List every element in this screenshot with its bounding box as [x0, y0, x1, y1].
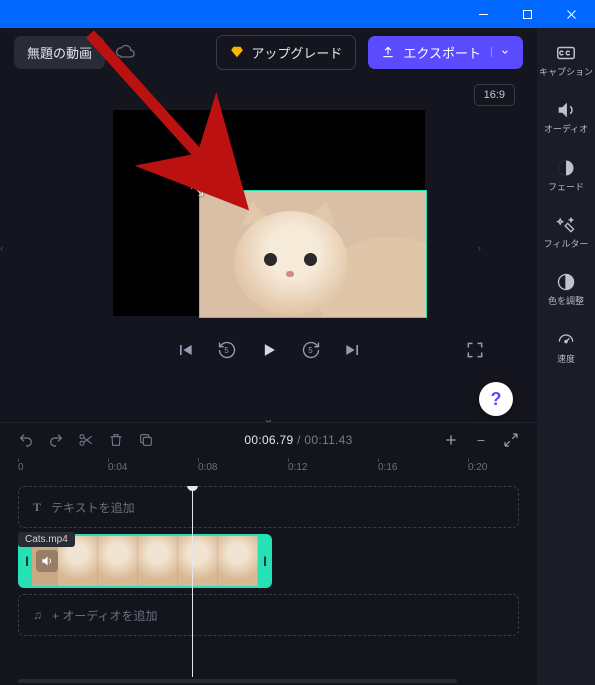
transport-controls: 5 5	[113, 330, 425, 370]
upload-icon	[381, 45, 395, 59]
rail-label: フィルター	[544, 239, 589, 249]
fade-icon	[555, 157, 577, 179]
help-button[interactable]: ?	[479, 382, 513, 416]
main-column: 無題の動画 アップグレード エクスポート	[0, 28, 537, 685]
magic-wand-icon	[555, 214, 577, 236]
text-track-label: テキストを追加	[51, 499, 135, 516]
zoom-fit-button[interactable]	[503, 432, 519, 448]
ruler-tick: 0:08	[198, 462, 217, 473]
window-titlebar	[0, 0, 595, 28]
timeline-panel: 00:06.79 / 00:11.43 − 0 0:04 0:08 0:12 0…	[0, 422, 537, 685]
right-side-rail: キャプション オーディオ フェード フィルター 色を調整 速度	[537, 28, 595, 685]
split-button[interactable]	[78, 432, 94, 448]
zoom-out-button[interactable]: −	[473, 432, 489, 448]
rail-filter[interactable]: フィルター	[537, 210, 595, 253]
play-button[interactable]	[259, 340, 279, 360]
speaker-icon	[555, 99, 577, 121]
rail-label: フェード	[548, 182, 584, 192]
undo-button[interactable]	[18, 432, 34, 448]
ruler-tick: 0	[18, 462, 24, 473]
audio-track-label: + オーディオを追加	[52, 607, 158, 624]
timeline-tracks: T テキストを追加 Cats.mp4 || ||	[18, 486, 519, 677]
timeline-toolbar: 00:06.79 / 00:11.43 −	[0, 423, 537, 457]
rail-label: オーディオ	[544, 124, 588, 134]
music-note-icon: ♫	[33, 608, 42, 622]
rail-color[interactable]: 色を調整	[537, 267, 595, 310]
selected-clip-overlay[interactable]	[199, 190, 427, 318]
cloud-sync-icon[interactable]	[115, 42, 135, 62]
top-toolbar: 無題の動画 アップグレード エクスポート	[0, 28, 537, 76]
forward-5-button[interactable]: 5	[301, 340, 321, 360]
speedometer-icon	[555, 329, 577, 351]
window-close-button[interactable]	[549, 0, 593, 28]
window-maximize-button[interactable]	[505, 0, 549, 28]
right-panel-expand-handle[interactable]: ›	[467, 76, 481, 422]
window-minimize-button[interactable]	[461, 0, 505, 28]
app-root: 無題の動画 アップグレード エクスポート	[0, 0, 595, 685]
resize-cursor-icon: ⤡	[191, 182, 204, 200]
clip-thumbnails	[58, 536, 258, 586]
fullscreen-button[interactable]	[465, 340, 485, 360]
ruler-tick: 0:04	[108, 462, 127, 473]
preview-area: 16:9 ‹ › ⤡ 5	[0, 76, 537, 422]
rewind-5-button[interactable]: 5	[217, 340, 237, 360]
upgrade-button[interactable]: アップグレード	[216, 35, 356, 70]
clip-trim-right-handle[interactable]: ||	[258, 536, 270, 586]
rail-label: 色を調整	[548, 296, 584, 306]
project-title[interactable]: 無題の動画	[14, 36, 105, 69]
audio-track[interactable]: ♫ + オーディオを追加	[18, 594, 519, 636]
skip-end-button[interactable]	[343, 340, 363, 360]
skip-start-button[interactable]	[175, 340, 195, 360]
diamond-icon	[230, 45, 244, 59]
rail-label: 速度	[557, 354, 575, 364]
preview-canvas[interactable]: ⤡	[113, 110, 425, 316]
horizontal-scrollbar[interactable]	[18, 679, 457, 683]
ruler-tick: 0:12	[288, 462, 307, 473]
captions-icon	[555, 42, 577, 64]
ruler-tick: 0:20	[468, 462, 487, 473]
rail-audio[interactable]: オーディオ	[537, 95, 595, 138]
left-panel-expand-handle[interactable]: ‹	[0, 76, 14, 422]
text-track-icon: T	[33, 500, 41, 515]
rail-speed[interactable]: 速度	[537, 325, 595, 368]
ruler-tick: 0:16	[378, 462, 397, 473]
rail-captions[interactable]: キャプション	[537, 38, 595, 81]
export-label: エクスポート	[403, 43, 481, 62]
time-display: 00:06.79 / 00:11.43	[244, 433, 352, 447]
add-track-button[interactable]	[443, 432, 459, 448]
upgrade-label: アップグレード	[251, 43, 342, 62]
export-button[interactable]: エクスポート	[368, 36, 523, 69]
timeline-ruler[interactable]: 0 0:04 0:08 0:12 0:16 0:20	[18, 457, 519, 484]
contrast-icon	[555, 271, 577, 293]
playhead[interactable]	[192, 486, 193, 677]
clip-name-label: Cats.mp4	[18, 532, 75, 547]
video-track[interactable]: Cats.mp4 || ||	[18, 534, 519, 588]
rail-fade[interactable]: フェード	[537, 153, 595, 196]
chevron-down-icon[interactable]	[491, 47, 510, 57]
duplicate-button[interactable]	[138, 432, 154, 448]
clip-mute-icon[interactable]	[36, 550, 58, 572]
main-row: 無題の動画 アップグレード エクスポート	[0, 28, 595, 685]
text-track[interactable]: T テキストを追加	[18, 486, 519, 528]
delete-button[interactable]	[108, 432, 124, 448]
redo-button[interactable]	[48, 432, 64, 448]
rail-label: キャプション	[539, 67, 593, 77]
